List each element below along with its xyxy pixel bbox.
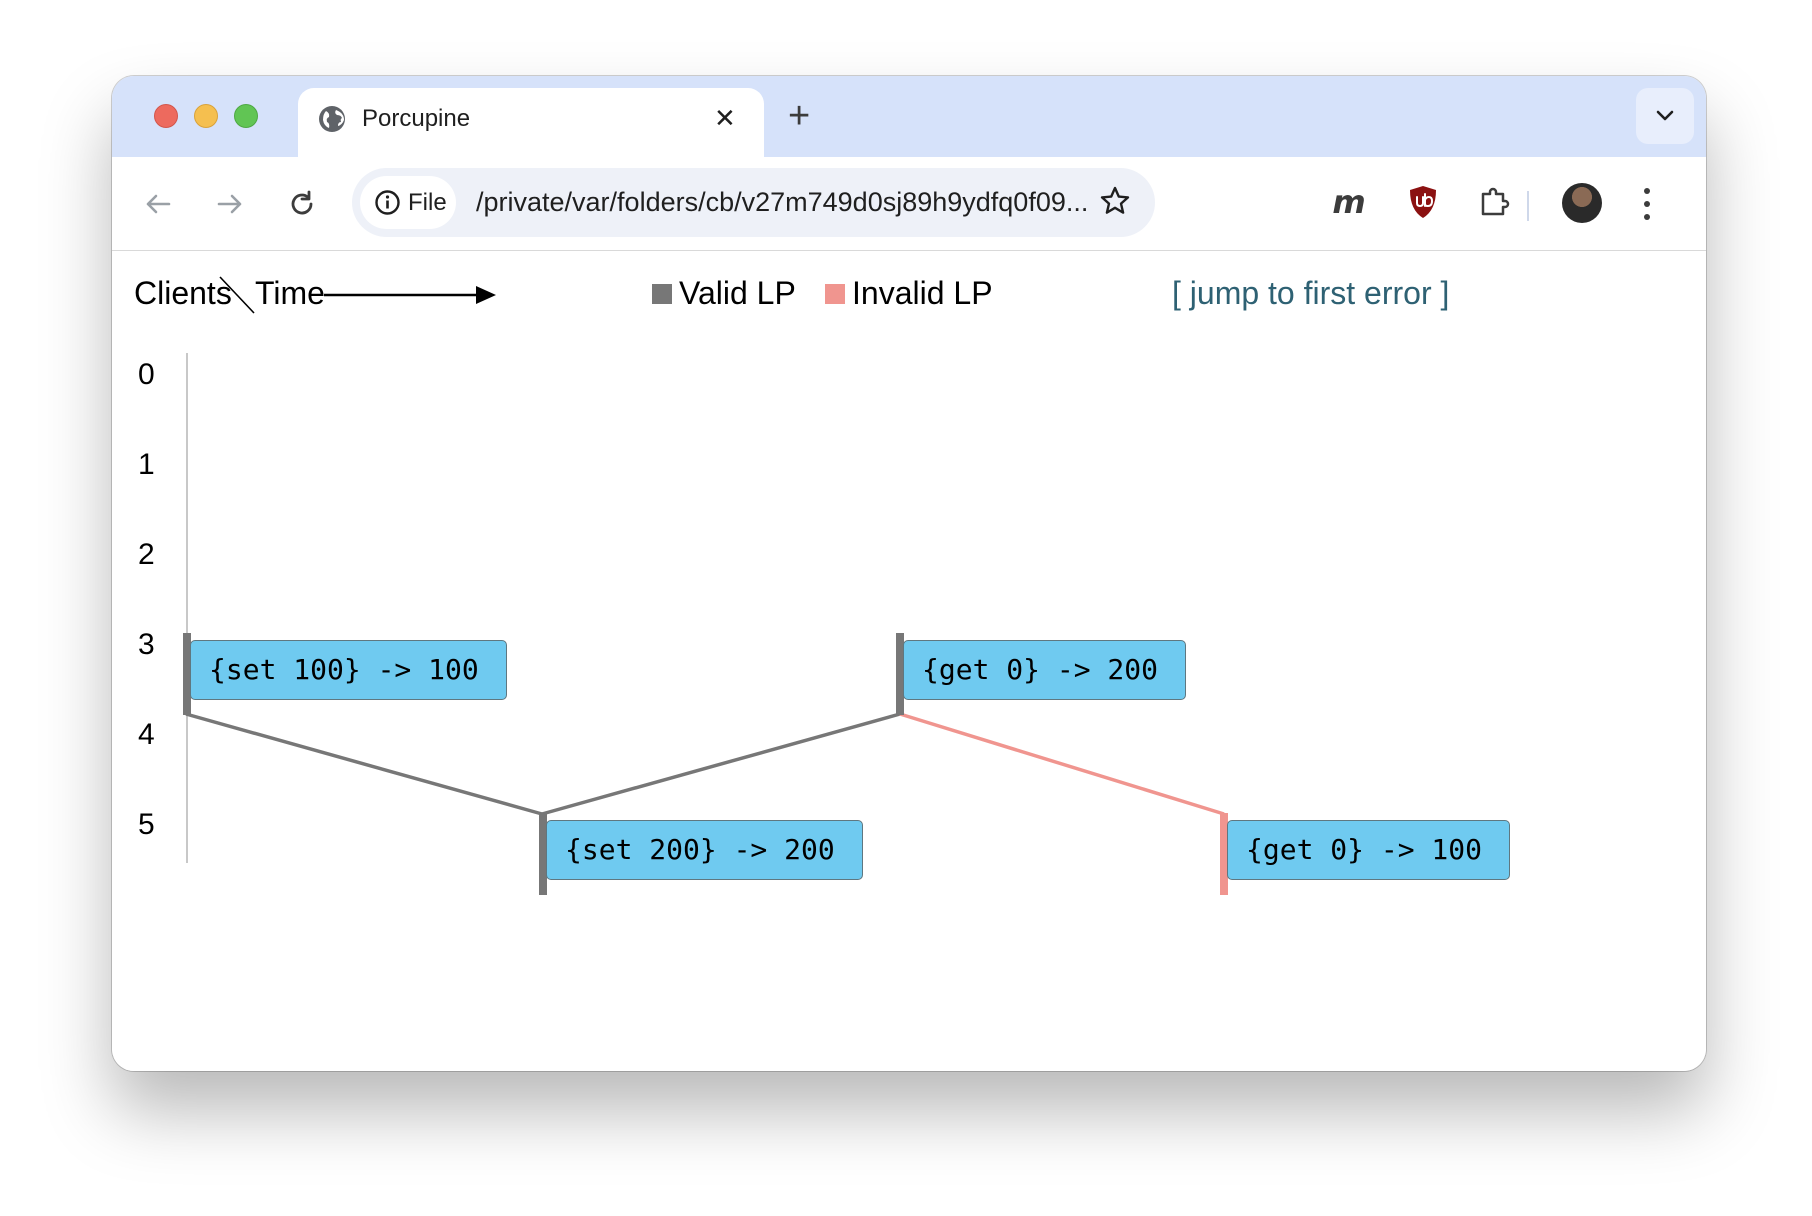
reload-button[interactable] [282, 184, 322, 224]
extension-m-button[interactable]: m [1326, 179, 1372, 225]
client-label-1: 1 [138, 448, 155, 481]
operation-set-100[interactable]: {set 100} -> 100 [190, 640, 507, 700]
url-text[interactable]: /private/var/folders/cb/v27m749d0sj89h9y… [476, 186, 1096, 219]
extension-ublock-button[interactable] [1400, 179, 1446, 225]
operation-set-200[interactable]: {set 200} -> 200 [546, 820, 863, 880]
valid-lp-link [185, 712, 543, 816]
reload-icon [291, 190, 313, 215]
close-window-button[interactable] [154, 104, 178, 128]
tab-close-button[interactable]: ✕ [714, 101, 736, 135]
extensions-button[interactable] [1472, 179, 1518, 225]
site-info-label: File [408, 189, 447, 216]
operation-get-200[interactable]: {get 0} -> 200 [903, 640, 1186, 700]
browser-toolbar: File /private/var/folders/cb/v27m749d0sj… [112, 157, 1706, 251]
menu-dot [1644, 188, 1650, 194]
toolbar-divider [1527, 191, 1529, 221]
valid-lp-link [541, 712, 901, 816]
client-label-4: 4 [138, 718, 155, 751]
jump-to-first-error-link[interactable]: [ jump to first error ] [1172, 274, 1449, 312]
maximize-window-button[interactable] [234, 104, 258, 128]
invalid-lp-label: Invalid LP [852, 275, 993, 311]
client-axis-line [186, 353, 188, 863]
site-info-chip[interactable]: File [360, 176, 456, 229]
back-button[interactable] [138, 184, 178, 224]
tab-title: Porcupine [362, 105, 471, 132]
address-bar[interactable]: File /private/var/folders/cb/v27m749d0sj… [352, 168, 1155, 237]
chevron-down-icon [1656, 110, 1674, 121]
time-arrow-icon [324, 286, 496, 304]
minimize-window-button[interactable] [194, 104, 218, 128]
menu-dot [1644, 201, 1650, 207]
porcupine-visualization: Clients Time Valid LP Invalid LP [ jump … [112, 251, 1706, 1071]
invalid-lp-link [899, 712, 1225, 816]
puzzle-piece-icon [1481, 187, 1510, 216]
bookmark-star-icon[interactable] [1098, 184, 1132, 218]
arrow-left-icon [146, 194, 171, 214]
ublock-shield-icon [1410, 186, 1436, 218]
browser-menu-button[interactable] [1632, 181, 1662, 227]
valid-lp-swatch [652, 284, 672, 304]
tab-strip: Porcupine ✕ + [112, 76, 1706, 162]
client-label-3: 3 [138, 628, 155, 661]
forward-button[interactable] [210, 184, 250, 224]
client-label-2: 2 [138, 538, 155, 571]
m-extension-icon: m [1332, 183, 1366, 221]
info-icon [375, 190, 400, 215]
client-label-0: 0 [138, 358, 155, 391]
new-tab-button[interactable]: + [788, 94, 810, 138]
time-axis-label: Time [255, 275, 325, 311]
client-label-5: 5 [138, 808, 155, 841]
tab-search-button[interactable] [1636, 88, 1694, 144]
operation-get-100[interactable]: {get 0} -> 100 [1227, 820, 1510, 880]
arrow-right-icon [217, 194, 242, 214]
browser-window: Porcupine ✕ + File /private/var/folders/… [112, 76, 1706, 1071]
globe-icon [319, 106, 345, 132]
invalid-lp-swatch [825, 284, 845, 304]
tab-porcupine[interactable]: Porcupine ✕ [298, 88, 764, 162]
axis-divider-slash [219, 276, 255, 314]
valid-lp-label: Valid LP [679, 275, 796, 311]
profile-avatar[interactable] [1562, 183, 1602, 223]
menu-dot [1644, 214, 1650, 220]
